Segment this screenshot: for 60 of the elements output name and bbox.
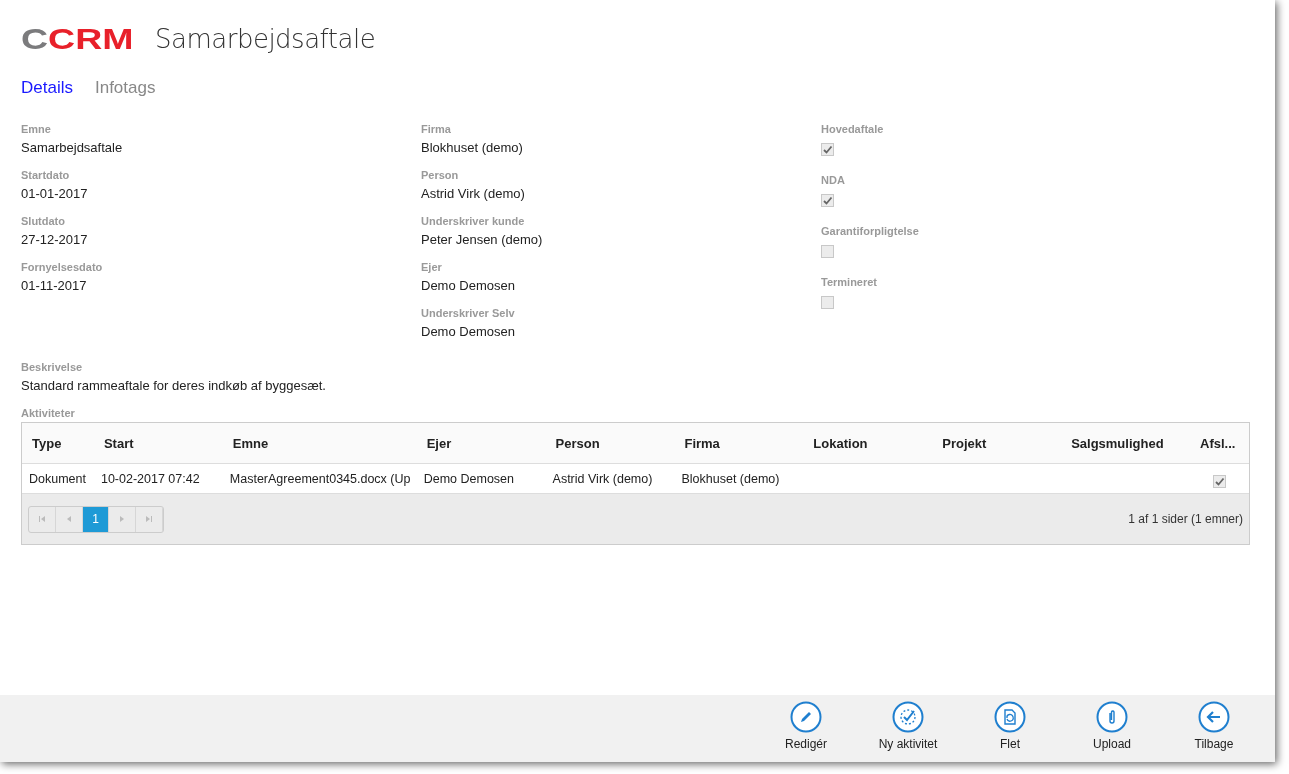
tab[interactable]: Details: [21, 78, 73, 98]
field-value: Blokhuset (demo): [421, 140, 524, 155]
field-label: Termineret: [821, 276, 879, 290]
table-cell: Blokhuset (demo): [681, 471, 780, 486]
field-value: Demo Demosen: [421, 278, 516, 293]
field-label: Underskriver Selv: [421, 307, 516, 321]
table-cell: Astrid Virk (demo): [552, 471, 653, 486]
table-cell: Dokument: [29, 471, 86, 486]
column-header[interactable]: Afsl...: [1190, 435, 1249, 451]
column-header[interactable]: Salgsmulighed: [1061, 435, 1190, 451]
column-header[interactable]: Projekt: [932, 435, 1062, 451]
field-label: Fornyelsesdato: [21, 261, 104, 275]
column-header[interactable]: Type: [22, 435, 94, 451]
field-label: Ejer: [421, 261, 443, 275]
field-value: Standard rammeaftale for deres indkøb af byggesæt.: [21, 378, 327, 393]
field-label: Firma: [421, 123, 452, 137]
action-button[interactable]: Redigér: [755, 695, 857, 762]
table-cell: 10-02-2017 07:42: [100, 471, 200, 486]
checkbox[interactable]: [821, 296, 834, 309]
field-label: NDA: [821, 174, 846, 188]
field-value: Demo Demosen: [421, 324, 516, 339]
column-header[interactable]: Lokation: [803, 435, 933, 451]
checkbox[interactable]: [1213, 475, 1226, 488]
column-header[interactable]: Emne: [222, 435, 417, 451]
action-button[interactable]: Ny aktivitet: [857, 695, 959, 762]
action-button[interactable]: Tilbage: [1163, 695, 1265, 762]
field-label: Garantiforpligtelse: [821, 225, 920, 239]
field-value: Peter Jensen (demo): [421, 232, 544, 247]
paperclip-icon: [1096, 701, 1128, 733]
pencil-icon: [790, 701, 822, 733]
field-value: 01-11-2017: [21, 278, 88, 293]
field-value: Astrid Virk (demo): [421, 186, 526, 201]
action-button[interactable]: Flet: [959, 695, 1061, 762]
field-label: Beskrivelse: [21, 361, 84, 375]
table-cell: Demo Demosen: [423, 471, 514, 486]
field-label: Emne: [21, 123, 52, 137]
field-value: 01-01-2017: [21, 186, 89, 201]
checkbox[interactable]: [821, 245, 834, 258]
field-label: Hovedaftale: [821, 123, 885, 137]
logo: CCRM: [21, 24, 134, 54]
field-label: Startdato: [21, 169, 71, 183]
section-label: Aktiviteter: [21, 407, 76, 421]
checkbox[interactable]: [821, 143, 834, 156]
checkbox[interactable]: [821, 194, 834, 207]
field-value: 27-12-2017: [21, 232, 89, 247]
page-title: Samarbejdsaftale: [155, 24, 376, 54]
field-value: Samarbejdsaftale: [21, 140, 124, 155]
column-header[interactable]: Ejer: [416, 435, 546, 451]
field-label: Underskriver kunde: [421, 215, 526, 229]
tab[interactable]: Infotags: [94, 78, 156, 98]
field-label: Person: [421, 169, 460, 183]
document-refresh-icon: [994, 701, 1026, 733]
column-header[interactable]: Person: [545, 435, 675, 451]
table-cell: MasterAgreement0345.docx (Up: [229, 471, 411, 486]
column-header[interactable]: Start: [93, 435, 223, 451]
field-label: Slutdato: [21, 215, 66, 229]
pager-info: 1 af 1 sider (1 emner): [1128, 512, 1243, 526]
checkmark-circle-icon: [892, 701, 924, 733]
column-header[interactable]: Firma: [674, 435, 804, 451]
action-button[interactable]: Upload: [1061, 695, 1163, 762]
